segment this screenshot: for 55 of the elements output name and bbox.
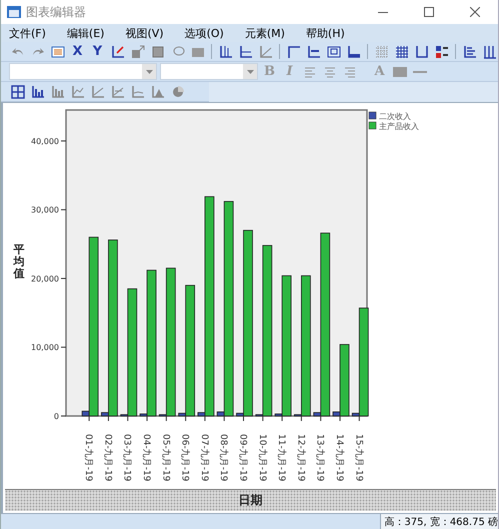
line-chart-icon[interactable] bbox=[129, 83, 146, 100]
x-tick-label: 10-九月-19 bbox=[256, 434, 267, 482]
scale-icon[interactable] bbox=[109, 43, 126, 60]
y-axis-title: 平均值 bbox=[14, 243, 24, 280]
menu-item[interactable]: 文件(F) bbox=[6, 26, 56, 40]
y-tick-label: 0 bbox=[54, 412, 59, 421]
x-tick-label: 08-九月-19 bbox=[218, 434, 228, 482]
line-chart-icon[interactable] bbox=[109, 83, 126, 100]
app-icon bbox=[7, 6, 21, 18]
subtitle-icon[interactable] bbox=[305, 43, 322, 60]
x-tick-label: 12-九月-19 bbox=[295, 434, 306, 482]
window-title: 图表编辑器 bbox=[26, 4, 87, 20]
menu-item[interactable]: 选项(O) bbox=[182, 26, 234, 40]
title-icon[interactable] bbox=[285, 43, 302, 60]
chart-size-text: 高：375, 宽：468.75 磅 bbox=[380, 514, 498, 529]
legend-icon[interactable] bbox=[433, 43, 450, 60]
x-tick-label: 07-九月-19 bbox=[198, 434, 209, 482]
area-chart-icon[interactable] bbox=[149, 83, 166, 100]
close-icon[interactable] bbox=[470, 7, 480, 17]
x-tick-label: 04-九月-19 bbox=[141, 434, 152, 482]
x-axis-button[interactable]: X bbox=[69, 43, 86, 60]
y-tick-label: 10,000 bbox=[31, 343, 59, 352]
maximize-icon[interactable] bbox=[424, 7, 434, 17]
axis-frame-icon[interactable] bbox=[413, 43, 430, 60]
menu-item[interactable]: 视图(V) bbox=[122, 26, 174, 40]
x-tick-label: 05-九月-19 bbox=[160, 434, 170, 482]
menu-item[interactable]: 编辑(E) bbox=[64, 26, 114, 40]
x-tick-label: 11-九月-19 bbox=[276, 434, 286, 482]
y-axis-button[interactable]: Y bbox=[89, 43, 106, 60]
line-chart-icon[interactable] bbox=[69, 83, 86, 100]
menu-item[interactable]: 帮助(H) bbox=[302, 26, 355, 40]
x-tick-label: 09-九月-19 bbox=[238, 434, 248, 482]
x-tick-label: 14-九月-19 bbox=[334, 434, 344, 482]
x-tick-label: 13-九月-19 bbox=[314, 434, 325, 482]
bar-chart-icon[interactable] bbox=[29, 83, 46, 100]
x-tick-label: 02-九月-19 bbox=[102, 434, 112, 482]
legend-label: 二次收入 bbox=[379, 112, 411, 121]
x-reference-line-icon[interactable] bbox=[217, 43, 234, 60]
x-tick-label: 06-九月-19 bbox=[180, 434, 190, 482]
legend-label: 主产品收入 bbox=[379, 122, 419, 131]
y-tick-label: 40,000 bbox=[31, 136, 59, 146]
footnote-icon[interactable] bbox=[345, 43, 362, 60]
y-tick-label: 20,000 bbox=[31, 274, 59, 284]
data-labels-icon[interactable] bbox=[461, 43, 478, 60]
line-chart-icon[interactable] bbox=[89, 83, 106, 100]
table-icon[interactable] bbox=[393, 43, 410, 60]
x-axis-title: 日期 bbox=[238, 492, 262, 509]
bars-icon[interactable] bbox=[481, 43, 498, 60]
y-tick-label: 30,000 bbox=[31, 206, 59, 215]
x-tick-label: 03-九月-19 bbox=[122, 434, 132, 482]
x-tick-label: 01-九月-19 bbox=[83, 434, 94, 482]
chart-grid-icon[interactable] bbox=[9, 83, 26, 100]
x-tick-label: 15-九月-19 bbox=[353, 434, 364, 482]
y-reference-line-icon[interactable] bbox=[237, 43, 254, 60]
menu-item[interactable]: 元素(M) bbox=[242, 26, 295, 40]
